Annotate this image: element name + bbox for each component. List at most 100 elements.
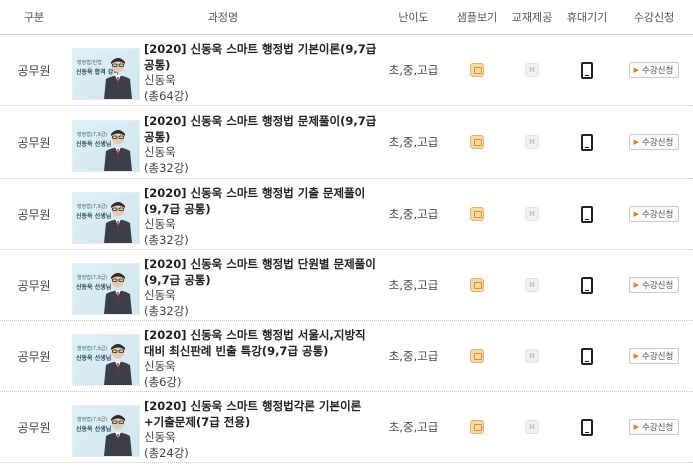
header-sample: 샘플보기 — [456, 11, 498, 24]
mobile-cell — [559, 347, 615, 365]
mobile-cell — [559, 133, 615, 151]
table-header: 구분 과정명 난이도 샘플보기 교재제공 휴대기기 수강신청 — [0, 0, 693, 35]
course-info: [2020] 신동욱 스마트 행정법 기출 문제풀이(9,7급 공통) 신동욱 … — [144, 186, 378, 248]
play-arrow-icon: ▶ — [633, 138, 640, 146]
course-thumbnail[interactable]: 행정법(7,9급) 신동욱 선생님 — [72, 120, 140, 172]
lesson-count: (총32강) — [144, 232, 189, 247]
course-thumbnail[interactable]: 행정법(7,9급) 신동욱 선생님 — [72, 405, 140, 457]
play-arrow-icon: ▶ — [633, 210, 640, 218]
course-thumbnail[interactable]: 행정법/헌법 신동욱 합격 강의 — [72, 48, 140, 100]
enroll-button[interactable]: ▶ 수강신청 — [628, 348, 680, 364]
thumbnail-subject-text: 행정법/헌법 — [77, 60, 102, 66]
textbook-unavailable-icon: N — [525, 135, 539, 149]
level-cell: 초,중,고급 — [388, 207, 439, 221]
enroll-button-label: 수강신청 — [642, 138, 674, 148]
teacher-name: 신동욱 — [144, 217, 176, 231]
course-title-link[interactable]: [2020] 신동욱 스마트 행정법 기출 문제풀이(9,7급 공통) — [144, 186, 378, 217]
teacher-name: 신동욱 — [144, 73, 176, 87]
course-thumbnail[interactable]: 행정법(7,9급) 신동욱 선생님 — [72, 263, 140, 315]
lesson-count: (총24강) — [144, 445, 189, 460]
course-cell: 행정법/헌법 신동욱 합격 강의 [2020] 신동욱 스마트 행정법 기본이론… — [68, 38, 378, 104]
table-row: 공무원 행정법/헌법 신동욱 합격 강의 [2020] 신동욱 스마트 행정법 … — [0, 35, 693, 106]
enroll-cell: ▶ 수강신청 — [615, 62, 693, 78]
video-play-icon[interactable] — [470, 207, 484, 221]
enroll-cell: ▶ 수강신청 — [615, 277, 693, 293]
textbook-unavailable-icon: N — [525, 278, 539, 292]
textbook-cell: N — [505, 349, 559, 363]
video-play-icon[interactable] — [470, 349, 484, 363]
course-info: [2020] 신동욱 스마트 행정법 단원별 문제풀이(9,7급 공통) 신동욱… — [144, 257, 378, 319]
table-row: 공무원 행정법(7,9급) 신동욱 선생님 [2020] 신동욱 스마트 행정법… — [0, 250, 693, 321]
sample-cell — [449, 278, 505, 292]
course-info: [2020] 신동욱 스마트 행정법 기본이론(9,7급 공통) 신동욱 (총6… — [144, 42, 378, 104]
video-play-icon[interactable] — [470, 135, 484, 149]
course-info: [2020] 신동욱 스마트 행정법 문제풀이(9,7급 공통) 신동욱 (총3… — [144, 114, 378, 176]
textbook-unavailable-icon: N — [525, 349, 539, 363]
play-arrow-icon: ▶ — [633, 352, 640, 360]
enroll-button-label: 수강신청 — [642, 423, 674, 433]
category-cell: 공무원 — [17, 207, 51, 222]
textbook-unavailable-icon: N — [525, 420, 539, 434]
lesson-count: (총32강) — [144, 303, 189, 318]
enroll-button[interactable]: ▶ 수강신청 — [628, 419, 680, 435]
table-row: 공무원 행정법(7,9급) 신동욱 선생님 [2020] 신동욱 스마트 행정법… — [0, 179, 693, 250]
course-thumbnail[interactable]: 행정법(7,9급) 신동욱 선생님 — [72, 192, 140, 244]
video-play-icon[interactable] — [470, 420, 484, 434]
mobile-phone-icon — [581, 418, 593, 436]
mobile-phone-icon — [581, 205, 593, 223]
play-arrow-icon: ▶ — [633, 66, 640, 74]
enroll-button[interactable]: ▶ 수강신청 — [628, 206, 680, 222]
course-table: 구분 과정명 난이도 샘플보기 교재제공 휴대기기 수강신청 공무원 행정법/헌… — [0, 0, 693, 463]
teacher-name: 신동욱 — [144, 288, 176, 302]
course-cell: 행정법(7,9급) 신동욱 선생님 [2020] 신동욱 스마트 행정법 단원별… — [68, 253, 378, 319]
mobile-phone-icon — [581, 276, 593, 294]
course-thumbnail[interactable]: 행정법(7,9급) 신동욱 선생님 — [72, 334, 140, 386]
sample-cell — [449, 420, 505, 434]
category-cell: 공무원 — [17, 420, 51, 435]
textbook-cell: N — [505, 207, 559, 221]
level-cell: 초,중,고급 — [388, 135, 439, 149]
course-title-link[interactable]: [2020] 신동욱 스마트 행정법 서울시,지방직 대비 최신판례 빈출 특강… — [144, 328, 378, 359]
teacher-name: 신동욱 — [144, 145, 176, 159]
teacher-name: 신동욱 — [144, 359, 176, 373]
teacher-photo-icon — [104, 201, 132, 243]
enroll-button-label: 수강신청 — [642, 66, 674, 76]
header-textbook: 교재제공 — [511, 11, 553, 24]
table-body: 공무원 행정법/헌법 신동욱 합격 강의 [2020] 신동욱 스마트 행정법 … — [0, 35, 693, 463]
mobile-cell — [559, 205, 615, 223]
course-title-link[interactable]: [2020] 신동욱 스마트 행정법 단원별 문제풀이(9,7급 공통) — [144, 257, 378, 288]
textbook-unavailable-icon: N — [525, 207, 539, 221]
enroll-button[interactable]: ▶ 수강신청 — [628, 62, 680, 78]
sample-cell — [449, 207, 505, 221]
enroll-button-label: 수강신청 — [642, 210, 674, 220]
course-title-link[interactable]: [2020] 신동욱 스마트 행정법 문제풀이(9,7급 공통) — [144, 114, 378, 145]
video-play-icon[interactable] — [470, 63, 484, 77]
enroll-button[interactable]: ▶ 수강신청 — [628, 277, 680, 293]
course-title-link[interactable]: [2020] 신동욱 스마트 행정법각론 기본이론+기출문제(7급 전용) — [144, 399, 378, 430]
teacher-photo-icon — [104, 57, 132, 99]
category-cell: 공무원 — [17, 278, 51, 293]
video-play-icon[interactable] — [470, 278, 484, 292]
lesson-count: (총32강) — [144, 160, 189, 175]
play-arrow-icon: ▶ — [633, 281, 640, 289]
table-row: 공무원 행정법(7,9급) 신동욱 선생님 [2020] 신동욱 스마트 행정법… — [0, 392, 693, 463]
mobile-phone-icon — [581, 133, 593, 151]
header-category: 구분 — [23, 11, 45, 24]
sample-cell — [449, 63, 505, 77]
textbook-cell: N — [505, 278, 559, 292]
enroll-cell: ▶ 수강신청 — [615, 419, 693, 435]
header-enroll: 수강신청 — [633, 11, 675, 24]
course-cell: 행정법(7,9급) 신동욱 선생님 [2020] 신동욱 스마트 행정법 기출 … — [68, 182, 378, 248]
mobile-cell — [559, 61, 615, 79]
teacher-photo-icon — [104, 129, 132, 171]
level-cell: 초,중,고급 — [388, 420, 439, 434]
enroll-cell: ▶ 수강신청 — [615, 206, 693, 222]
header-course: 과정명 — [207, 11, 239, 24]
teacher-photo-icon — [104, 272, 132, 314]
course-cell: 행정법(7,9급) 신동욱 선생님 [2020] 신동욱 스마트 행정법 문제풀… — [68, 110, 378, 176]
level-cell: 초,중,고급 — [388, 349, 439, 363]
teacher-photo-icon — [104, 343, 132, 385]
textbook-unavailable-icon: N — [525, 63, 539, 77]
course-title-link[interactable]: [2020] 신동욱 스마트 행정법 기본이론(9,7급 공통) — [144, 42, 378, 73]
enroll-button[interactable]: ▶ 수강신청 — [628, 134, 680, 150]
